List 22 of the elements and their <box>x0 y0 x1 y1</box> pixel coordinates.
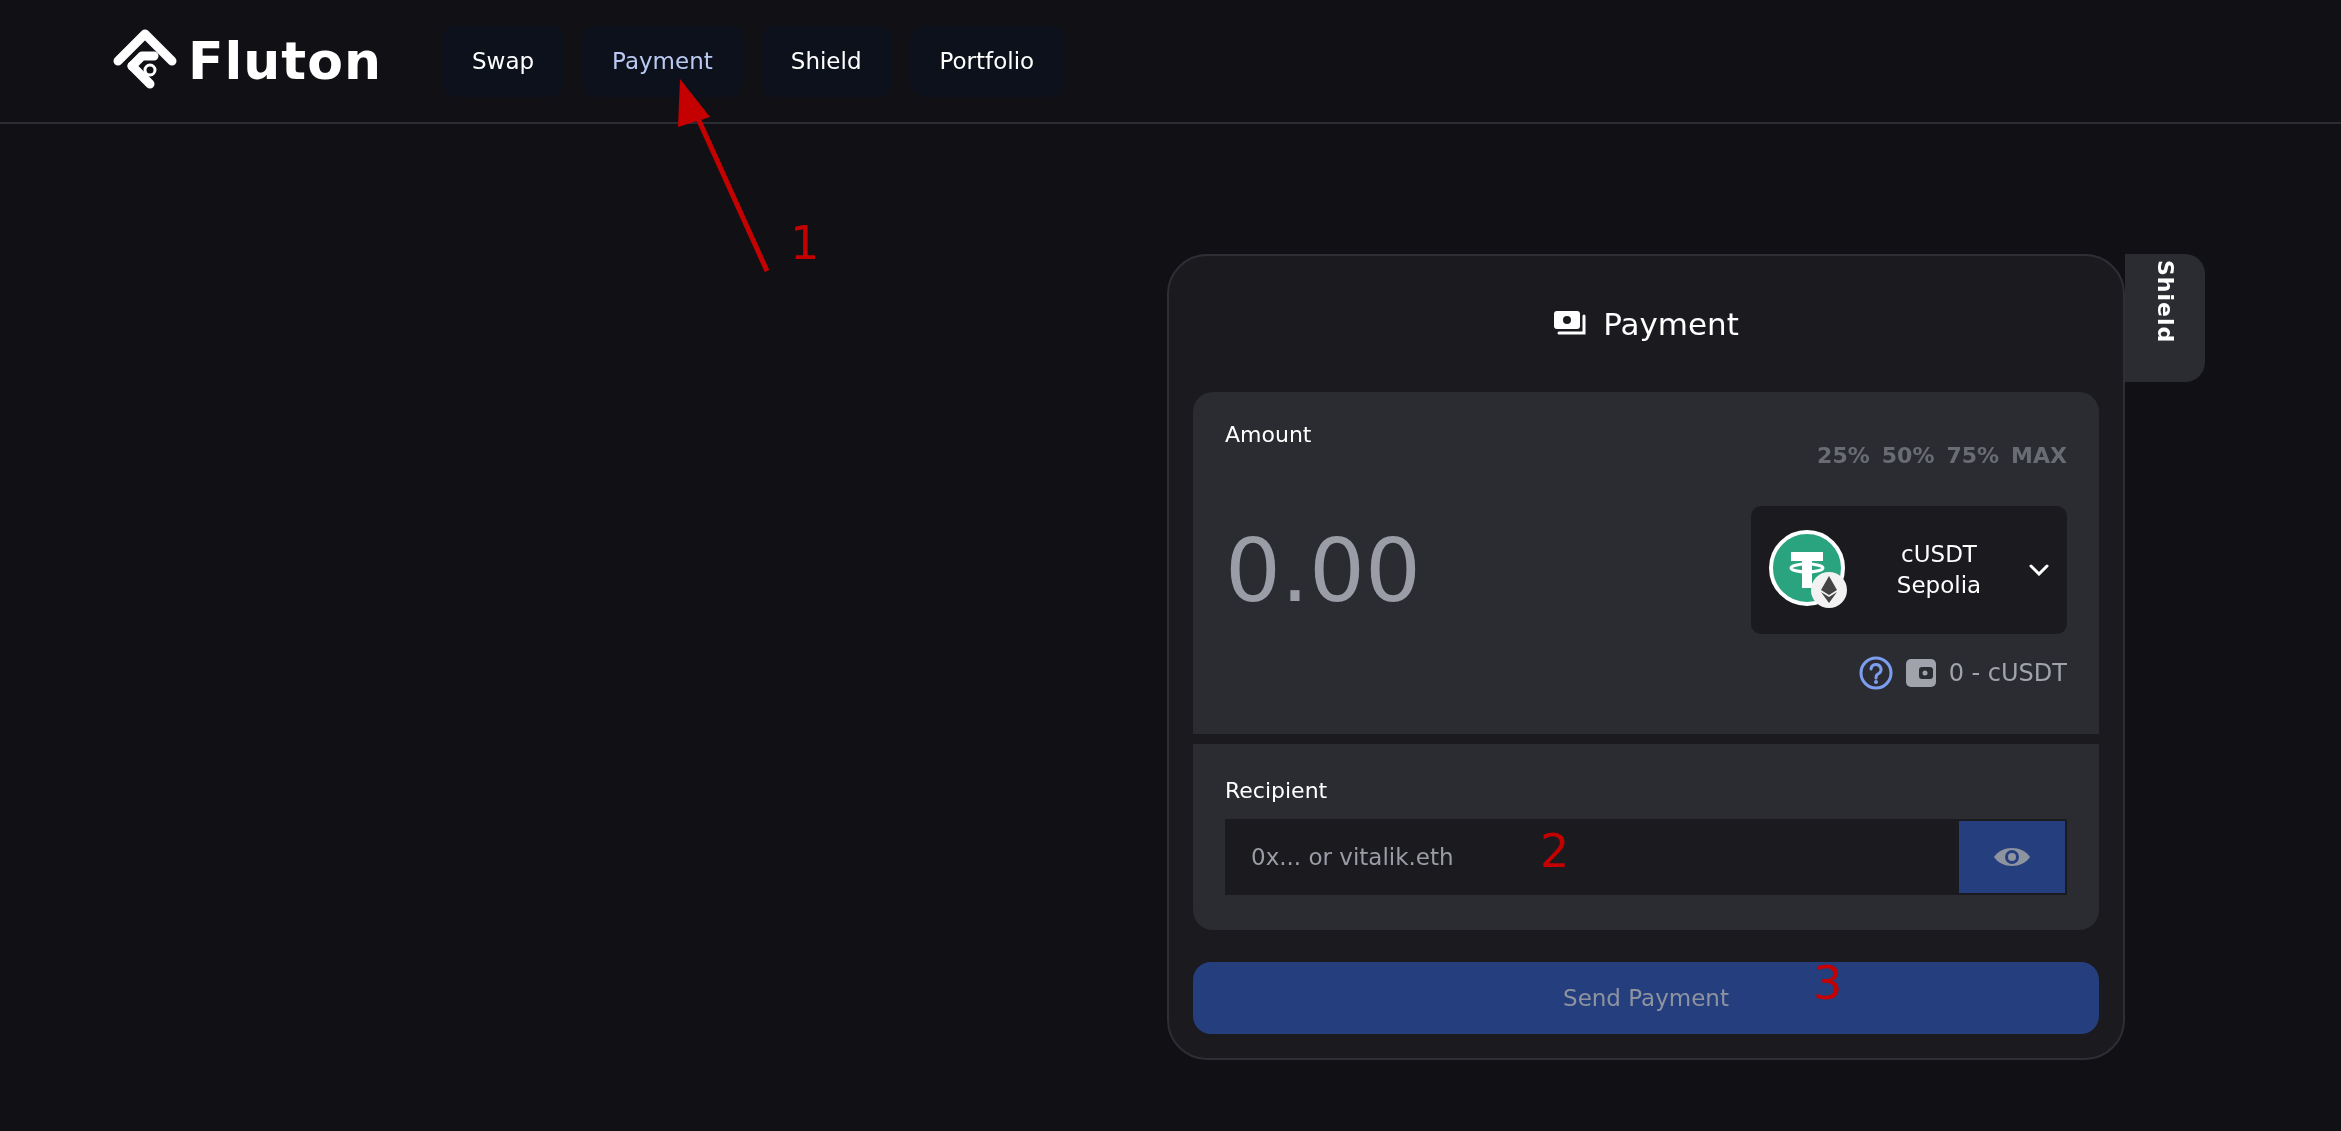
card-title: Payment <box>1603 306 1739 342</box>
nav-tab[interactable]: Portfolio <box>909 25 1065 97</box>
logo-wordmark: Fluton <box>188 31 382 91</box>
token-selector[interactable]: cUSDT Sepolia <box>1751 506 2067 634</box>
token-logo-icon <box>1769 530 1849 610</box>
balance-text: 0 - cUSDT <box>1948 659 2067 687</box>
chevron-down-icon <box>2029 564 2049 576</box>
field-label: Amount <box>1225 422 1313 447</box>
help-icon[interactable] <box>1858 656 1893 690</box>
amount-input[interactable]: 0.00 <box>1225 518 1625 622</box>
nav-tab[interactable]: Shield <box>760 25 892 97</box>
field-label: Recipient <box>1225 778 1329 803</box>
visibility-button[interactable] <box>1957 819 2067 895</box>
wallet-icon <box>1904 658 1937 688</box>
annotation-number: 3 <box>1813 960 1843 1006</box>
annotation-number: 1 <box>790 220 820 266</box>
annotation-number: 2 <box>1540 828 1570 874</box>
nav-tab[interactable]: Payment <box>582 25 743 97</box>
nav-tab[interactable]: Swap <box>441 25 565 97</box>
token-symbol: cUSDT <box>1901 539 1977 569</box>
side-tab[interactable]: Shield <box>2125 254 2205 382</box>
token-network: Sepolia <box>1896 571 1982 600</box>
